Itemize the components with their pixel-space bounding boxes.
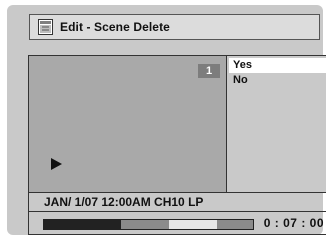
play-icon [51,158,62,170]
timeline-bar: 0 : 07 : 00 [28,211,326,235]
progress-played [44,220,122,229]
osd-screen: Edit - Scene Delete 1 Yes No JAN/ 1/07 1… [7,5,326,235]
progress-segment [169,220,218,229]
main-panel: 1 Yes No [28,55,326,193]
progress-track [43,219,254,230]
menu-item-no[interactable]: No [229,73,326,88]
elapsed-time: 0 : 07 : 00 [263,216,324,230]
scene-preview: 1 [29,56,227,192]
status-bar: JAN/ 1/07 12:00AM CH10 LP [28,192,326,212]
confirm-menu: Yes No [227,56,326,192]
scene-number-badge: 1 [198,64,220,78]
title-bar: Edit - Scene Delete [29,14,320,40]
menu-item-yes[interactable]: Yes [229,58,326,73]
recording-info: JAN/ 1/07 12:00AM CH10 LP [44,195,204,209]
edit-folder-icon [38,19,53,35]
page-title: Edit - Scene Delete [60,20,170,34]
